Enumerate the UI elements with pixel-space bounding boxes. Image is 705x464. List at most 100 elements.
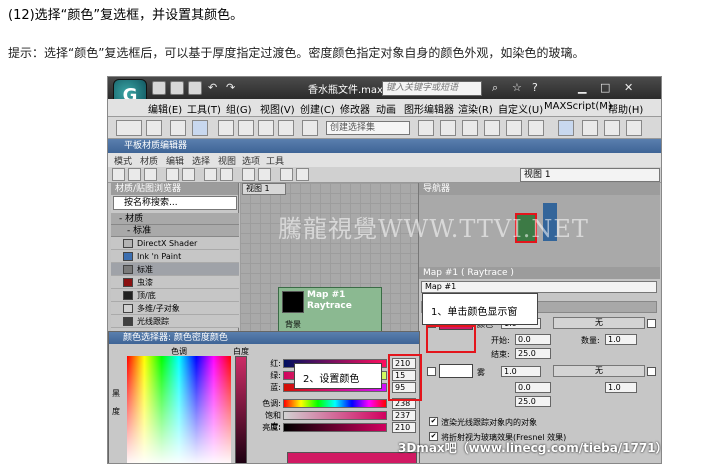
percent-snap-icon[interactable] xyxy=(258,120,274,136)
redo-icon[interactable]: ↷ xyxy=(226,81,235,94)
minimize-icon[interactable]: ▁ xyxy=(578,81,586,94)
menu-maxscript[interactable]: MAXScript(M) xyxy=(544,101,612,112)
color-map-checkbox[interactable] xyxy=(647,319,656,328)
fog-color-swatch[interactable] xyxy=(439,364,473,378)
menu-help[interactable]: 帮助(H) xyxy=(608,101,643,116)
named-selection-set-dropdown[interactable]: 创建选择集 xyxy=(326,121,410,135)
end-spinner[interactable]: 25.0 xyxy=(515,348,551,359)
fog-start-spinner[interactable]: 0.0 xyxy=(515,382,551,393)
move-icon[interactable] xyxy=(170,120,186,136)
layout-icon[interactable] xyxy=(242,168,255,181)
graphite-ribbon-icon[interactable] xyxy=(484,120,500,136)
menu-create[interactable]: 创建(C) xyxy=(300,101,335,116)
parameter-editor-icon[interactable] xyxy=(296,168,309,181)
material-item[interactable]: 顶/底 xyxy=(111,289,239,302)
delete-icon[interactable] xyxy=(166,168,179,181)
menu-customize[interactable]: 自定义(U) xyxy=(498,101,543,116)
keyword-search-input[interactable]: 键入关键字或短语 xyxy=(382,81,482,96)
material-item[interactable]: DirectX Shader xyxy=(111,237,239,250)
menu-rendering[interactable]: 渲染(R) xyxy=(458,101,493,116)
select-tool-icon[interactable] xyxy=(112,168,125,181)
hue-saturation-field[interactable] xyxy=(127,356,231,463)
show-background-icon[interactable] xyxy=(220,168,233,181)
menu-group[interactable]: 组(G) xyxy=(226,101,252,116)
move-children-icon[interactable] xyxy=(182,168,195,181)
render-setup-icon[interactable] xyxy=(582,120,598,136)
render-production-icon[interactable] xyxy=(626,120,642,136)
spinner-snap-icon[interactable] xyxy=(278,120,294,136)
layer-manager-icon[interactable] xyxy=(462,120,478,136)
put-to-scene-icon[interactable] xyxy=(144,168,157,181)
material-item[interactable]: 虫漆 xyxy=(111,276,239,289)
saturation-spinner[interactable]: 237 xyxy=(392,410,416,421)
pick-material-icon[interactable] xyxy=(128,168,141,181)
sme-menu-material[interactable]: 材质 xyxy=(140,154,158,167)
node-slot-background[interactable]: 背景 xyxy=(285,319,301,330)
close-icon[interactable]: ✕ xyxy=(624,81,633,94)
sme-menu-edit[interactable]: 编辑 xyxy=(166,154,184,167)
undo-icon[interactable]: ↶ xyxy=(208,81,217,94)
mirror-icon[interactable] xyxy=(418,120,434,136)
fog-amount-spinner[interactable]: 1.0 xyxy=(501,366,541,377)
material-editor-icon[interactable] xyxy=(558,120,574,136)
menu-animation[interactable]: 动画 xyxy=(376,101,396,116)
menu-modifiers[interactable]: 修改器 xyxy=(340,101,370,116)
value-spinner[interactable]: 210 xyxy=(392,422,416,433)
menu-graph-editors[interactable]: 图形编辑器 xyxy=(404,101,454,116)
render-objects-checkbox[interactable]: ✔ xyxy=(429,417,438,426)
material-label: 多维/子对象 xyxy=(137,304,180,313)
value-slider[interactable] xyxy=(283,423,387,432)
fog-amount-value-spinner[interactable]: 1.0 xyxy=(605,382,637,393)
fog-map-checkbox[interactable] xyxy=(647,367,656,376)
color-picker-dialog: 颜色选择器: 颜色密度颜色 色调 白度 黑 度 红: 210 绿: 15 蓝: … xyxy=(108,331,420,463)
category-materials[interactable]: - 材质 xyxy=(111,213,239,225)
material-item[interactable]: 多维/子对象 xyxy=(111,302,239,315)
save-file-icon[interactable] xyxy=(188,81,202,95)
open-file-icon[interactable] xyxy=(170,81,184,95)
help-icon[interactable]: ? xyxy=(532,81,538,94)
map-name-field[interactable]: Map #1 xyxy=(421,281,657,293)
select-object-icon[interactable] xyxy=(192,120,208,136)
rendered-frame-icon[interactable] xyxy=(604,120,620,136)
menu-edit[interactable]: 编辑(E) xyxy=(148,101,182,116)
sme-menu-tools[interactable]: 工具 xyxy=(266,154,284,167)
show-map-icon[interactable] xyxy=(204,168,217,181)
menu-tools[interactable]: 工具(T) xyxy=(187,101,221,116)
material-map-navigator-icon[interactable] xyxy=(280,168,293,181)
align-icon[interactable] xyxy=(440,120,456,136)
snap-3d-icon[interactable] xyxy=(218,120,234,136)
view-dropdown[interactable]: 视图 1 xyxy=(520,168,660,182)
schematic-view-icon[interactable] xyxy=(528,120,544,136)
material-item[interactable]: 标准 xyxy=(111,263,239,276)
maximize-icon[interactable]: □ xyxy=(600,81,610,94)
star-icon[interactable]: ☆ xyxy=(512,81,522,94)
binoculars-icon[interactable]: ⌕ xyxy=(492,81,498,95)
category-standard[interactable]: - 标准 xyxy=(111,225,239,237)
whiteness-slider[interactable] xyxy=(235,356,247,463)
sme-menu-select[interactable]: 选择 xyxy=(192,154,210,167)
start-spinner[interactable]: 0.0 xyxy=(515,334,551,345)
select-link-icon[interactable] xyxy=(146,120,162,136)
sme-menu-options[interactable]: 选项 xyxy=(242,154,260,167)
fog-checkbox[interactable] xyxy=(427,367,436,376)
view-tab[interactable]: 视图 1 xyxy=(242,183,286,195)
selection-filter-dropdown[interactable] xyxy=(116,120,142,136)
new-file-icon[interactable] xyxy=(152,81,166,95)
curve-editor-icon[interactable] xyxy=(506,120,522,136)
layout-children-icon[interactable] xyxy=(258,168,271,181)
fog-end-spinner[interactable]: 25.0 xyxy=(515,396,551,407)
saturation-slider[interactable] xyxy=(283,411,387,420)
edit-named-sets-icon[interactable] xyxy=(302,120,318,136)
amount-spinner[interactable]: 1.0 xyxy=(605,334,637,345)
fog-map-button[interactable]: 无 xyxy=(553,365,645,377)
material-item[interactable]: Ink 'n Paint xyxy=(111,250,239,263)
material-item[interactable]: 光线跟踪 xyxy=(111,315,239,328)
angle-snap-icon[interactable] xyxy=(238,120,254,136)
end-label: 结束: xyxy=(491,350,510,359)
browser-search-input[interactable]: 按名称搜索... xyxy=(113,196,237,210)
hue-slider[interactable] xyxy=(283,399,387,408)
color-map-button[interactable]: 无 xyxy=(553,317,645,329)
menu-views[interactable]: 视图(V) xyxy=(260,101,295,116)
sme-menu-view[interactable]: 视图 xyxy=(218,154,236,167)
sme-menu-mode[interactable]: 模式 xyxy=(114,154,132,167)
